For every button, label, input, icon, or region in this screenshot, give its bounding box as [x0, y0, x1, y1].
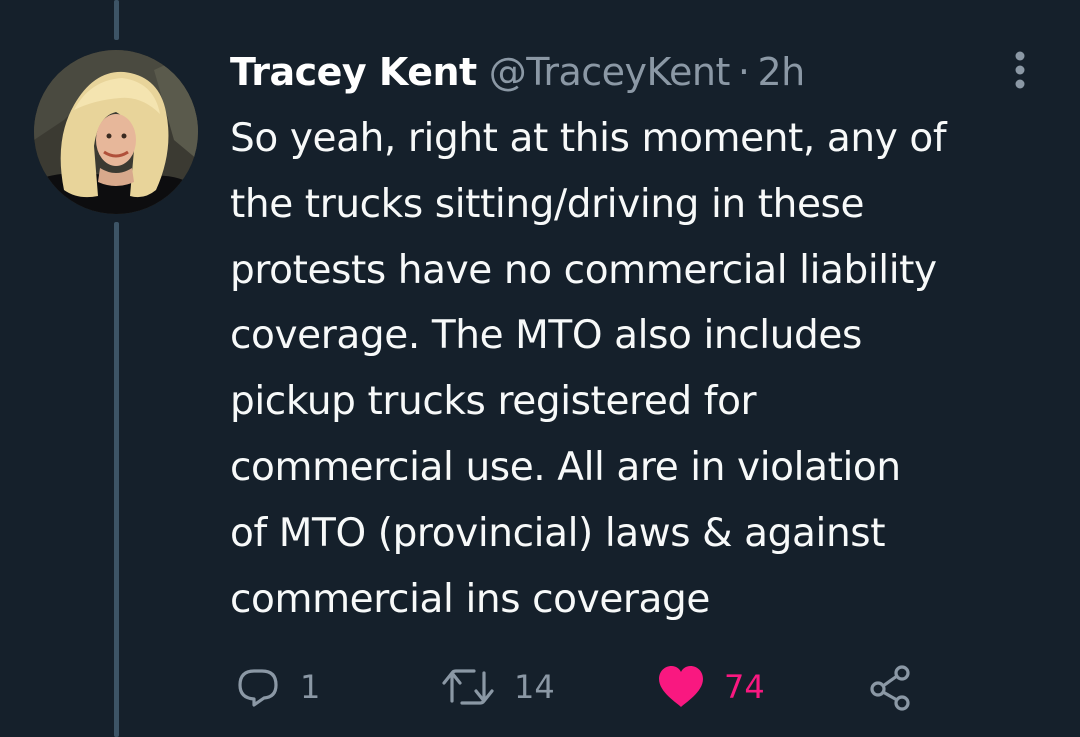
avatar[interactable]	[34, 50, 198, 214]
reply-count: 1	[300, 668, 321, 706]
like-count: 74	[724, 668, 765, 706]
heart-icon	[659, 666, 703, 707]
header-separator: ·	[737, 50, 750, 94]
like-button[interactable]: 74	[656, 660, 765, 714]
retweet-icon	[442, 669, 494, 705]
author-handle[interactable]: @TraceyKent	[489, 50, 731, 94]
retweet-button[interactable]: 14	[440, 660, 555, 714]
tweet-header: Tracey Kent @TraceyKent · 2h	[230, 44, 805, 100]
thread-line-top	[114, 0, 119, 40]
reply-icon	[238, 669, 278, 707]
share-button[interactable]	[866, 660, 914, 714]
share-icon	[870, 665, 910, 711]
reply-button[interactable]: 1	[234, 660, 320, 714]
tweet-timestamp[interactable]: 2h	[757, 50, 805, 94]
tweet-text: So yeah, right at this moment, any of th…	[230, 116, 947, 622]
author-name[interactable]: Tracey Kent	[230, 50, 477, 94]
retweet-count: 14	[514, 668, 555, 706]
avatar-photo	[34, 50, 198, 214]
tweet-actions: 1 14 74	[0, 660, 1080, 714]
more-vertical-icon[interactable]	[1006, 48, 1034, 92]
